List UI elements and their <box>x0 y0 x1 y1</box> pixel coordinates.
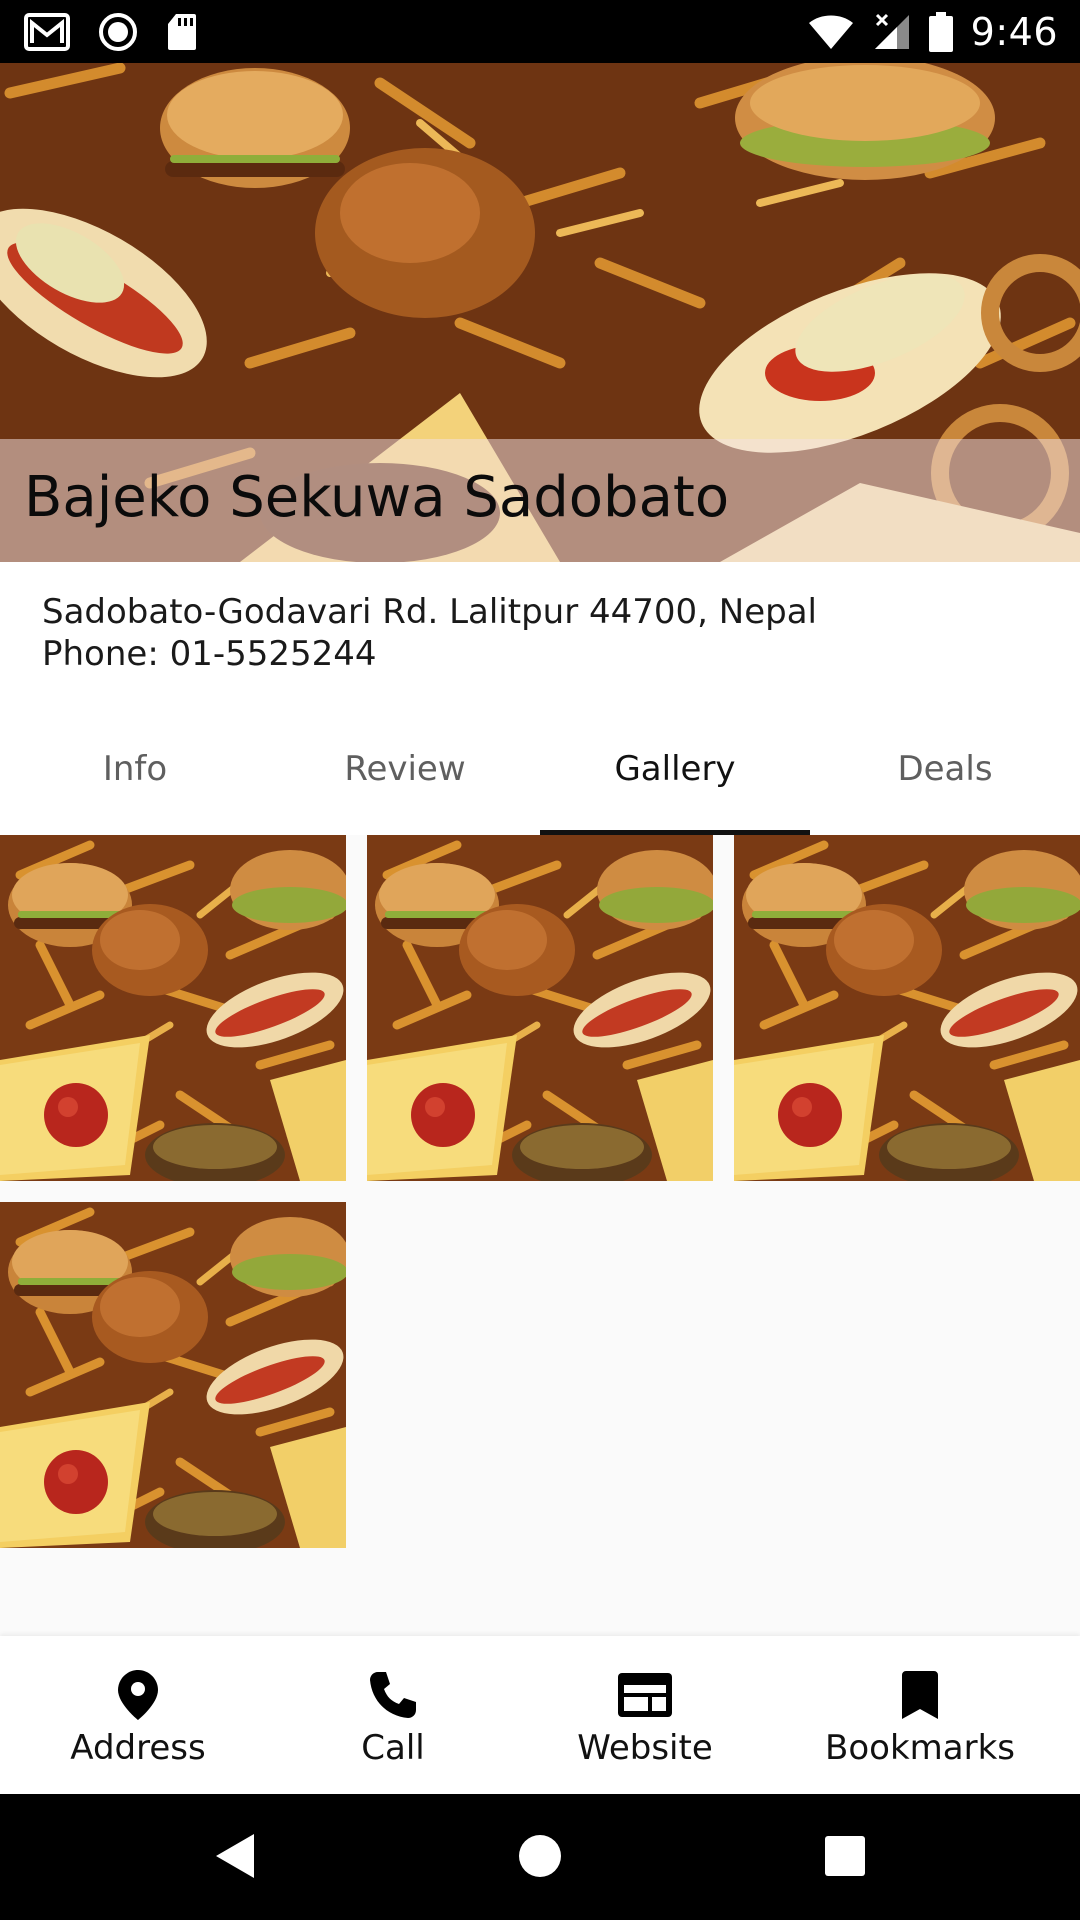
gallery-image[interactable] <box>367 835 713 1181</box>
cell-signal-icon <box>873 13 911 51</box>
sd-card-icon <box>166 12 198 52</box>
gallery-image[interactable] <box>0 1202 346 1548</box>
title-band: Bajeko Sekuwa Sadobato <box>0 439 1080 562</box>
status-bar: 9:46 <box>0 0 1080 63</box>
restaurant-name: Bajeko Sekuwa Sadobato <box>24 465 730 530</box>
info-panel: Sadobato-Godavari Rd. Lalitpur 44700, Ne… <box>0 562 1080 835</box>
gallery-image[interactable] <box>734 835 1080 1181</box>
web-icon <box>618 1668 672 1722</box>
gallery-grid <box>0 835 1080 1635</box>
phone-text: Phone: 01-5525244 <box>42 634 377 674</box>
phone-icon <box>368 1668 418 1722</box>
record-icon <box>98 12 138 52</box>
website-label: Website <box>577 1728 713 1768</box>
recents-icon[interactable] <box>824 1832 866 1884</box>
status-time: 9:46 <box>970 9 1058 54</box>
home-icon[interactable] <box>518 1832 562 1884</box>
restaurant-header-image: Bajeko Sekuwa Sadobato <box>0 63 1080 562</box>
location-pin-icon <box>118 1668 158 1722</box>
back-icon[interactable] <box>214 1832 258 1884</box>
system-navigation-bar <box>0 1794 1080 1920</box>
address-button[interactable]: Address <box>58 1636 218 1794</box>
bottom-action-bar: Address Call Website Bookmarks <box>0 1636 1080 1794</box>
call-button[interactable]: Call <box>318 1636 468 1794</box>
wifi-icon <box>807 13 855 51</box>
status-right-icons: 9:46 <box>807 0 1058 63</box>
battery-icon <box>928 11 953 52</box>
call-label: Call <box>361 1728 425 1768</box>
bookmarks-button[interactable]: Bookmarks <box>820 1636 1020 1794</box>
tab-info[interactable]: Info <box>0 702 270 835</box>
gmail-icon <box>24 12 70 51</box>
bookmarks-label: Bookmarks <box>825 1728 1015 1768</box>
address-text: Sadobato-Godavari Rd. Lalitpur 44700, Ne… <box>42 592 817 632</box>
gallery-image[interactable] <box>0 835 346 1181</box>
tab-deals[interactable]: Deals <box>810 702 1080 835</box>
tab-gallery[interactable]: Gallery <box>540 702 810 835</box>
status-left-icons <box>24 0 198 63</box>
bookmark-icon <box>902 1668 938 1722</box>
website-button[interactable]: Website <box>565 1636 725 1794</box>
address-label: Address <box>70 1728 206 1768</box>
tab-review[interactable]: Review <box>270 702 540 835</box>
tab-bar: Info Review Gallery Deals <box>0 702 1080 835</box>
